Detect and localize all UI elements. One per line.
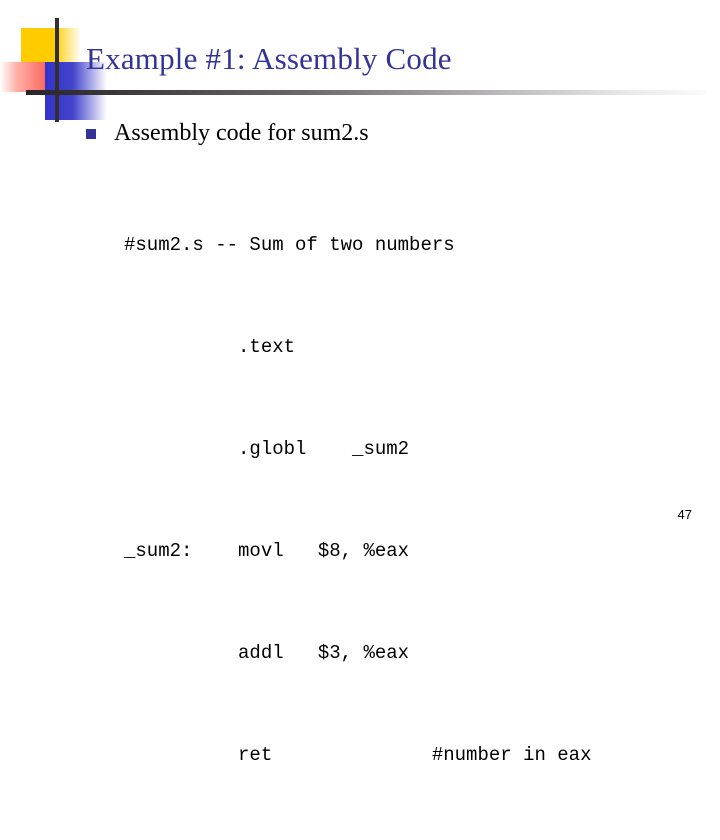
horizontal-rule-decor [26, 90, 706, 95]
code-line: ret #number in eax [124, 744, 592, 766]
code-line: #sum2.s -- Sum of two numbers [124, 234, 455, 256]
red-gradient-decor [0, 62, 60, 92]
slide-title: Example #1: Assembly Code [86, 41, 452, 76]
code-line: _sum2: movl $8, %eax [124, 540, 410, 562]
code-line: .globl _sum2 [124, 438, 410, 460]
bullet-item-label: Assembly code for sum2.s [114, 120, 369, 146]
bullet-item: Assembly code for sum2.s [86, 118, 369, 148]
code-line: .text [124, 336, 296, 358]
code-line: addl $3, %eax [124, 642, 410, 664]
square-bullet-icon [86, 129, 96, 139]
assembly-code-block: #sum2.s -- Sum of two numbers .text .glo… [124, 160, 591, 840]
vertical-rule-decor [55, 18, 59, 122]
slide-canvas: Example #1: Assembly Code Assembly code … [0, 0, 720, 766]
page-number: 47 [677, 507, 692, 522]
yellow-square-decor [21, 28, 81, 64]
